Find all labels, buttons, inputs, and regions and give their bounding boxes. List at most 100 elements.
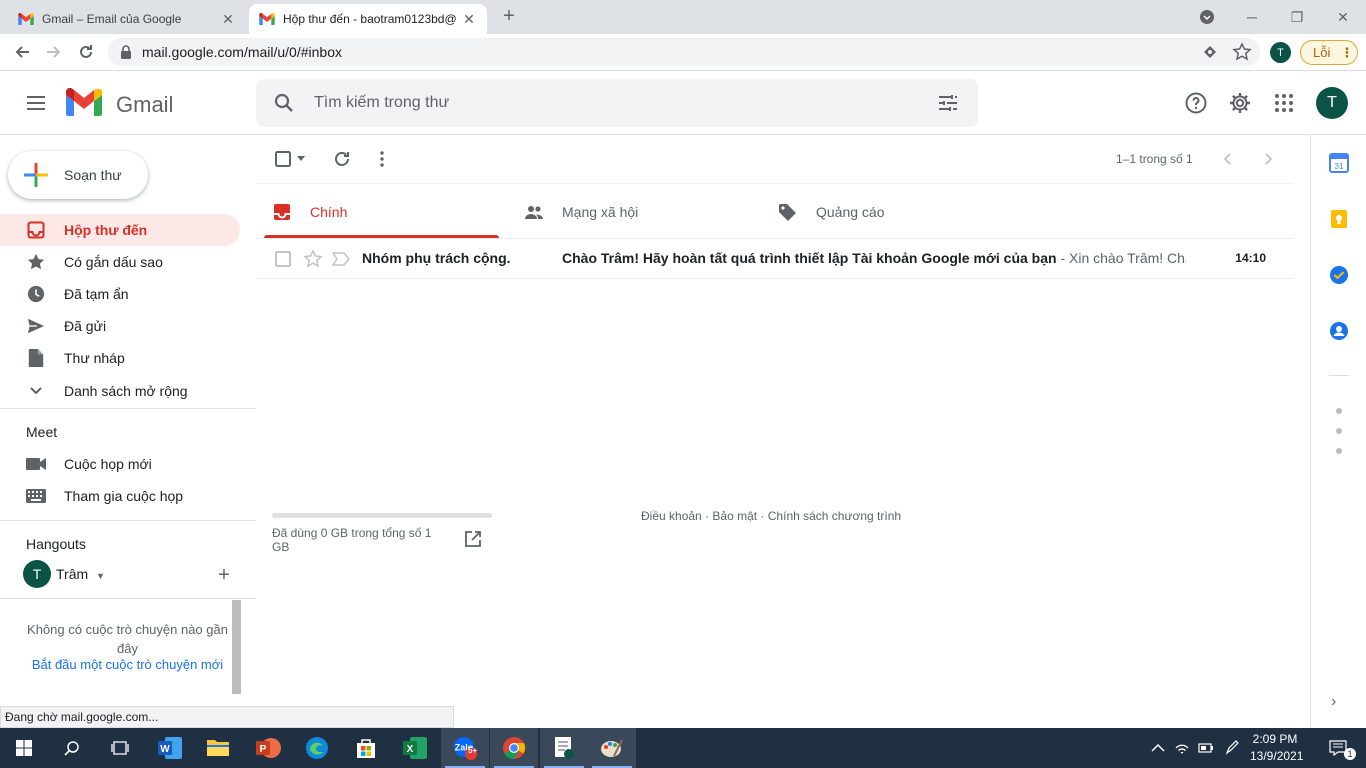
sidebar-item-sent[interactable]: Đã gửi <box>0 310 240 342</box>
video-icon <box>26 454 46 474</box>
close-window-icon[interactable]: ✕ <box>1320 0 1366 34</box>
show-hidden-icons-chevron-icon[interactable] <box>1150 740 1166 756</box>
inbox-icon <box>26 220 46 240</box>
chrome-app-icon[interactable] <box>490 728 538 768</box>
hangouts-scrollbar[interactable] <box>232 600 241 694</box>
account-avatar[interactable]: T <box>1316 87 1348 119</box>
error-label: Lỗi <box>1313 45 1331 60</box>
meet-section-title: Meet <box>26 424 58 440</box>
apps-grid-icon[interactable] <box>1272 91 1296 115</box>
addon-dot-icon[interactable] <box>1336 448 1342 454</box>
star-outline-icon[interactable] <box>303 249 323 269</box>
sidebar-item-snoozed[interactable]: Đã tạm ẩn <box>0 278 240 310</box>
menu-icon[interactable] <box>24 91 48 115</box>
select-menu-caret-icon[interactable] <box>292 148 310 170</box>
sidebar-item-more[interactable]: Danh sách mở rộng <box>0 375 240 407</box>
pagination-text: 1–1 trong số 1 <box>1116 152 1193 166</box>
hangouts-user-name[interactable]: Trâm ▼ <box>56 566 105 582</box>
reload-icon[interactable] <box>72 38 100 66</box>
chevron-left-icon[interactable] <box>1217 148 1239 170</box>
notification-center-icon[interactable]: 1 <box>1314 728 1362 768</box>
eye-icon[interactable] <box>1200 42 1220 62</box>
sidebar-item-label: Tham gia cuộc họp <box>64 488 184 504</box>
email-snippet: - Xin chào Trâm! Chà... <box>1060 250 1186 266</box>
clock-icon <box>26 284 46 304</box>
important-marker-icon[interactable] <box>332 251 350 267</box>
add-chat-icon[interactable]: + <box>214 565 234 585</box>
task-view-icon[interactable] <box>96 728 144 768</box>
program-policy-link[interactable]: Chính sách chương trình <box>768 509 901 523</box>
browser-error-button[interactable]: Lỗi ⋮ <box>1300 40 1358 65</box>
tab-promotions[interactable]: Quảng cáo <box>778 184 1006 239</box>
paint-app-icon[interactable] <box>588 728 636 768</box>
more-vert-icon[interactable] <box>371 148 393 170</box>
restore-icon[interactable]: ❐ <box>1274 0 1320 34</box>
chevron-right-icon[interactable] <box>1257 148 1279 170</box>
select-all-checkbox[interactable] <box>272 148 294 170</box>
file-explorer-icon[interactable] <box>194 728 242 768</box>
refresh-icon[interactable] <box>331 148 353 170</box>
tasks-icon[interactable] <box>1329 265 1349 285</box>
addon-dot-icon[interactable] <box>1336 408 1342 414</box>
sidebar-divider <box>0 520 256 521</box>
excel-app-icon[interactable]: X <box>391 728 439 768</box>
edge-browser-icon[interactable] <box>293 728 341 768</box>
sidebar-item-new-meeting[interactable]: Cuộc họp mới <box>0 448 240 480</box>
email-checkbox[interactable] <box>275 251 291 267</box>
pen-icon[interactable] <box>1224 740 1240 756</box>
sidebar-item-drafts[interactable]: Thư nháp <box>0 342 240 374</box>
calendar-icon[interactable]: 31 <box>1329 153 1349 173</box>
hangouts-avatar[interactable]: T <box>23 560 51 588</box>
settings-gear-icon[interactable] <box>1228 91 1252 115</box>
new-tab-button[interactable]: + <box>498 6 520 28</box>
search-icon[interactable] <box>272 91 296 115</box>
email-row[interactable]: Nhóm phụ trách cộng. Chào Trâm! Hãy hoàn… <box>256 239 1294 279</box>
tab-social[interactable]: Mạng xã hội <box>524 184 752 239</box>
browser-profile-avatar[interactable]: T <box>1270 42 1291 63</box>
search-input[interactable] <box>314 94 936 112</box>
sidebar-item-label: Hộp thư đến <box>64 222 148 238</box>
terms-link[interactable]: Điều khoản <box>641 509 702 523</box>
help-icon[interactable] <box>1184 91 1208 115</box>
sidebar-item-starred[interactable]: Có gắn dấu sao <box>0 246 240 278</box>
gmail-logo-icon[interactable] <box>66 88 102 116</box>
browser-tab-strip: Gmail – Email của Google ✕ Hộp thư đến -… <box>0 0 1366 34</box>
start-button-icon[interactable] <box>0 728 48 768</box>
contacts-icon[interactable] <box>1329 321 1349 341</box>
sidebar-item-label: Cuộc họp mới <box>64 456 152 472</box>
close-tab-icon[interactable]: ✕ <box>220 11 236 28</box>
sidebar-item-inbox[interactable]: Hộp thư đến <box>0 214 240 246</box>
expand-panel-chevron-icon[interactable]: › <box>1331 693 1336 711</box>
store-app-icon[interactable] <box>342 728 390 768</box>
tab-search-icon[interactable] <box>1184 0 1230 34</box>
open-in-new-icon[interactable] <box>464 530 482 548</box>
bookmark-star-icon[interactable] <box>1232 42 1252 62</box>
tag-icon <box>779 203 796 221</box>
notepad-app-icon[interactable] <box>540 728 588 768</box>
taskbar-clock[interactable]: 2:09 PM 13/9/2021 <box>1250 731 1303 765</box>
addon-dot-icon[interactable] <box>1336 428 1342 434</box>
battery-icon[interactable] <box>1198 740 1214 756</box>
powerpoint-app-icon[interactable]: P <box>244 728 292 768</box>
wifi-icon[interactable] <box>1174 740 1190 756</box>
privacy-link[interactable]: Bảo mật <box>712 509 757 523</box>
sidebar-item-join-meeting[interactable]: Tham gia cuộc họp <box>0 480 240 512</box>
compose-button[interactable]: Soạn thư <box>8 151 148 199</box>
minimize-icon[interactable]: ─ <box>1229 0 1275 34</box>
browser-tab-inbox[interactable]: Hộp thư đến - baotram0123bd@ ✕ <box>249 4 487 34</box>
keep-icon[interactable] <box>1329 209 1349 229</box>
sidebar-item-label: Đã gửi <box>64 318 107 334</box>
browser-tab-gmail[interactable]: Gmail – Email của Google ✕ <box>8 4 246 34</box>
tab-primary[interactable]: Chính <box>272 184 500 239</box>
close-tab-icon[interactable]: ✕ <box>461 11 477 28</box>
forward-icon[interactable] <box>40 38 68 66</box>
back-icon[interactable] <box>8 38 36 66</box>
email-sender: Nhóm phụ trách cộng. <box>362 250 511 266</box>
storage-usage-text: Đã dùng 0 GB trong tổng số 1 GB <box>272 526 432 554</box>
address-bar[interactable]: mail.google.com/mail/u/0/#inbox <box>108 38 1260 66</box>
search-icon[interactable] <box>48 728 96 768</box>
start-chat-link[interactable]: Bắt đầu một cuộc trò chuyện mới <box>20 657 235 672</box>
word-app-icon[interactable]: W <box>146 728 194 768</box>
search-options-icon[interactable] <box>936 91 960 115</box>
zalo-app-icon[interactable]: Zalo 5+ <box>441 728 489 768</box>
